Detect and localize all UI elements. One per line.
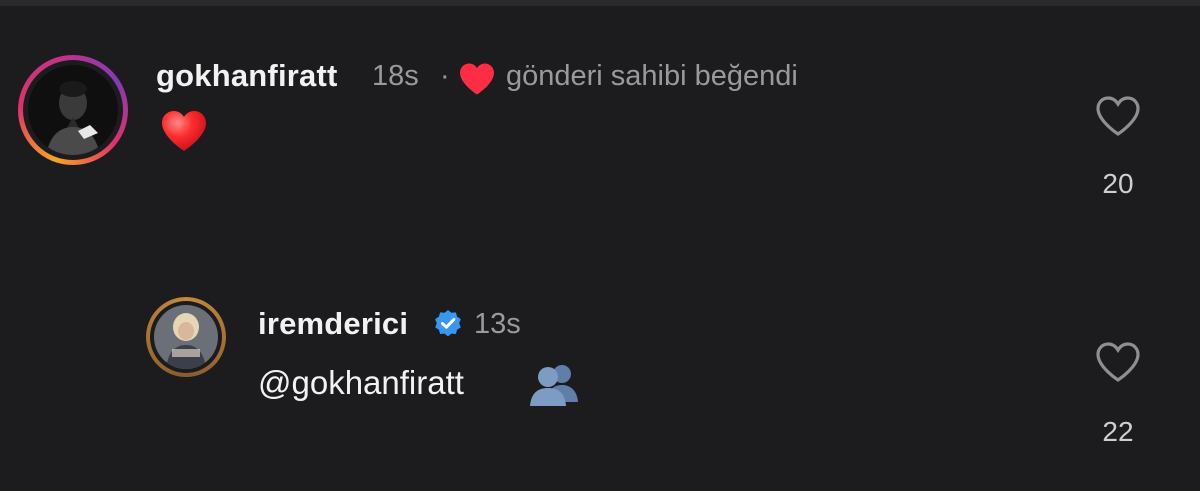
comment-time: 18s xyxy=(372,60,419,92)
like-heart-icon[interactable] xyxy=(1094,340,1142,384)
comment-iremderici: iremderici 13s @gokhanfiratt 22 xyxy=(0,240,1200,491)
comment-mention[interactable]: @gokhanfiratt xyxy=(258,364,464,402)
like-count: 20 xyxy=(1102,168,1134,199)
comment-username[interactable]: iremderici xyxy=(258,306,408,342)
profile-photo-icon xyxy=(154,305,218,369)
verified-badge-icon xyxy=(432,308,464,345)
meta-separator: · xyxy=(440,60,450,92)
comment-username[interactable]: gokhanfiratt xyxy=(156,58,338,94)
like-count: 22 xyxy=(1102,416,1134,447)
avatar[interactable] xyxy=(146,297,226,377)
profile-photo-icon xyxy=(28,65,118,155)
owner-liked-label: gönderi sahibi beğendi xyxy=(506,60,798,92)
red-heart-emoji xyxy=(160,108,208,159)
owner-liked-heart-icon xyxy=(458,62,496,101)
busts-in-silhouette-emoji xyxy=(526,362,582,411)
like-heart-icon[interactable] xyxy=(1094,94,1142,138)
comment-time: 13s xyxy=(474,308,521,340)
avatar[interactable] xyxy=(18,55,128,165)
comment-gokhanfiratt: gokhanfiratt 18s · gönderi sahibi beğend… xyxy=(0,0,1200,240)
